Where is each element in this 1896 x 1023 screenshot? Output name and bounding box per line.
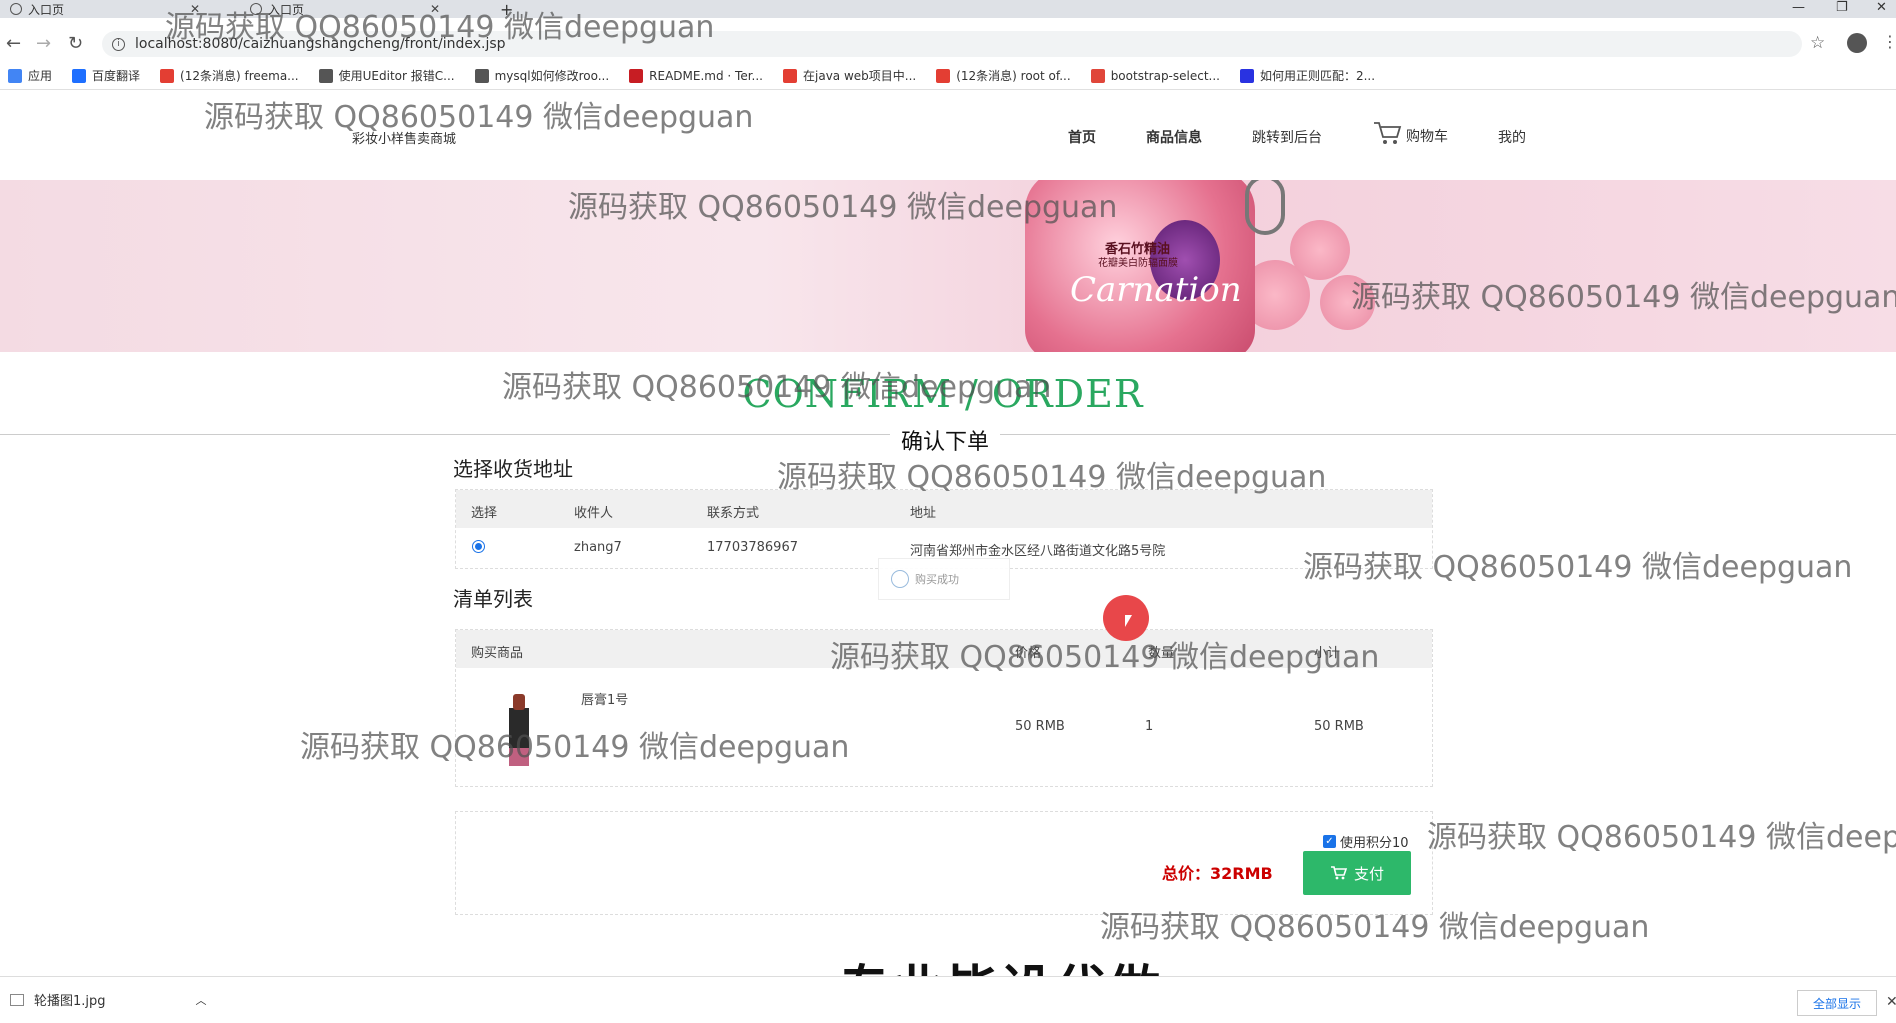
use-points-label: 使用积分10 [1340, 836, 1409, 851]
nav-cart[interactable]: 购物车 [1372, 120, 1448, 146]
rose-decoration [1290, 220, 1350, 280]
download-filename: 轮播图1.jpg [34, 994, 106, 1009]
baidu-translate-icon [72, 68, 87, 83]
bookmark-item[interactable]: (12条消息) root of... [936, 67, 1071, 84]
order-heading: 清单列表 [453, 587, 533, 611]
page-icon [474, 68, 489, 83]
toast-text: 购买成功 [915, 573, 959, 586]
baidu-paw-icon [1239, 68, 1254, 83]
csdn-icon [783, 68, 797, 83]
product-name[interactable]: 唇膏1号 [581, 689, 628, 708]
price-cell: 50 RMB [1015, 719, 1065, 734]
bookmarks-bar: 应用 百度翻译 (12条消息) freema... 使用UEditor 报错C... m… [0, 62, 1896, 90]
bookmark-item[interactable]: (12条消息) freema... [160, 67, 299, 84]
watermark-text: 源码获取 QQ86050149 微信deepguan [204, 100, 754, 135]
close-window-icon[interactable]: ✕ [1876, 0, 1887, 15]
watermark-text: 源码获取 QQ86050149 微信deepguan [568, 190, 1118, 225]
bookmark-label: README.md · Ter... [649, 68, 763, 83]
nav-mine[interactable]: 我的 [1498, 127, 1526, 147]
bookmark-item[interactable]: README.md · Ter... [629, 68, 763, 83]
column-header: 购买商品 [471, 646, 524, 661]
menu-kebab-icon[interactable]: ⋮ [1882, 32, 1896, 51]
chevron-up-icon[interactable]: ︿ [196, 992, 207, 1008]
reload-icon[interactable]: ↻ [68, 33, 83, 54]
success-toast: 购买成功 [878, 558, 1010, 600]
address-cell: 河南省郑州市金水区经八路街道文化路5号院 [910, 544, 1166, 559]
nav-cart-label: 购物车 [1406, 129, 1448, 145]
banner-product-subtitle: 花瓣美白防辐面膜 [1098, 258, 1178, 269]
recipient-cell: zhang7 [574, 540, 622, 555]
address-heading: 选择收货地址 [453, 457, 573, 481]
watermark-text: 源码获取 QQ86050149 微信deepguan [1100, 910, 1650, 945]
bookmark-label: (12条消息) freema... [180, 69, 299, 83]
column-header: 收件人 [574, 506, 614, 521]
bookmark-label: 百度翻译 [92, 69, 141, 83]
gitee-icon [629, 68, 644, 83]
watermark-text: 源码获取 QQ86050149 微信deepguan [300, 730, 850, 765]
mouse-cursor-icon [1125, 615, 1132, 627]
pay-button-label: 支付 [1353, 864, 1384, 883]
bookmark-item[interactable]: 百度翻译 [72, 67, 140, 84]
watermark-text: 源码获取 QQ86050149 微信deepguan [1427, 820, 1896, 855]
bookmark-item[interactable]: 如何用正则匹配：2... [1239, 67, 1376, 84]
bookmark-item[interactable]: 在java web项目中... [783, 67, 916, 84]
cart-icon [1330, 866, 1348, 880]
csdn-icon [936, 68, 951, 83]
tab-title: 入口页 [28, 2, 65, 17]
address-select-radio[interactable] [472, 540, 485, 553]
bookmark-label: mysql如何修改roo... [494, 69, 610, 83]
watermark-text: 源码获取 QQ86050149 微信deepguan [830, 640, 1380, 675]
watermark-text: 源码获取 QQ86050149 微信deepguan [1303, 550, 1853, 585]
nav-home[interactable]: 首页 [1068, 127, 1096, 147]
bookmark-label: 如何用正则匹配：2... [1259, 69, 1376, 83]
quantity-cell: 1 [1145, 719, 1154, 734]
bookmark-label: bootstrap-select... [1110, 68, 1220, 83]
subtotal-cell: 50 RMB [1314, 719, 1364, 734]
minimize-icon[interactable]: — [1792, 0, 1805, 15]
watermark-text: 源码获取 QQ86050149 微信deepguan [777, 460, 1327, 495]
bookmark-star-icon[interactable]: ☆ [1810, 33, 1825, 53]
use-points-option[interactable]: ✓ 使用积分10 [1323, 832, 1409, 851]
cart-icon [1374, 122, 1402, 144]
image-file-icon [10, 993, 24, 1006]
forward-icon[interactable]: → [36, 33, 51, 54]
banner-brand-script: Carnation [1070, 270, 1242, 310]
use-points-checkbox[interactable]: ✓ [1323, 835, 1336, 848]
nav-products[interactable]: 商品信息 [1146, 127, 1202, 147]
total-price: 总价：32RMB [1162, 864, 1273, 883]
page-icon [318, 68, 333, 83]
phone-cell: 17703786967 [707, 540, 798, 555]
bookmark-item[interactable]: mysql如何修改roo... [474, 67, 610, 84]
restore-icon[interactable]: ❐ [1836, 0, 1848, 15]
watermark-text: 源码获取 QQ86050149 微信deepguan [165, 10, 715, 45]
column-header: 地址 [910, 506, 937, 521]
bookmark-site-icon [1090, 68, 1105, 83]
apps-grid-icon [8, 68, 22, 83]
bookmark-label: 使用UEditor 报错C... [338, 69, 455, 83]
download-item[interactable]: 轮播图1.jpg ︿ [10, 990, 207, 1009]
pay-button[interactable]: 支付 [1303, 851, 1411, 895]
smile-icon [891, 570, 909, 588]
csdn-icon [160, 68, 175, 83]
downloads-bar [0, 976, 1896, 1020]
info-icon[interactable]: i [112, 37, 125, 51]
profile-avatar-icon[interactable] [1847, 33, 1867, 53]
bookmark-label: (12条消息) root of... [956, 69, 1071, 83]
watermark-text: 源码获取 QQ86050149 微信deepguan [502, 370, 1052, 405]
globe-icon [10, 3, 22, 15]
nav-admin[interactable]: 跳转到后台 [1252, 127, 1322, 147]
bookmark-item[interactable]: bootstrap-select... [1090, 68, 1220, 83]
bookmark-item[interactable]: 使用UEditor 报错C... [318, 67, 455, 84]
payment-box [455, 811, 1433, 915]
show-all-downloads-button[interactable]: 全部显示 [1797, 990, 1877, 1016]
bookmark-item[interactable]: 应用 [8, 67, 52, 84]
bookmark-label: 在java web项目中... [803, 69, 917, 83]
bookmark-label: 应用 [28, 69, 53, 83]
back-icon[interactable]: ← [6, 33, 21, 54]
close-downloads-icon[interactable]: ✕ [1886, 994, 1896, 1010]
column-header: 联系方式 [707, 506, 760, 521]
watermark-text: 源码获取 QQ86050149 微信deepguan [1351, 280, 1896, 315]
jar-clasp [1245, 180, 1285, 235]
column-header: 选择 [471, 506, 498, 521]
